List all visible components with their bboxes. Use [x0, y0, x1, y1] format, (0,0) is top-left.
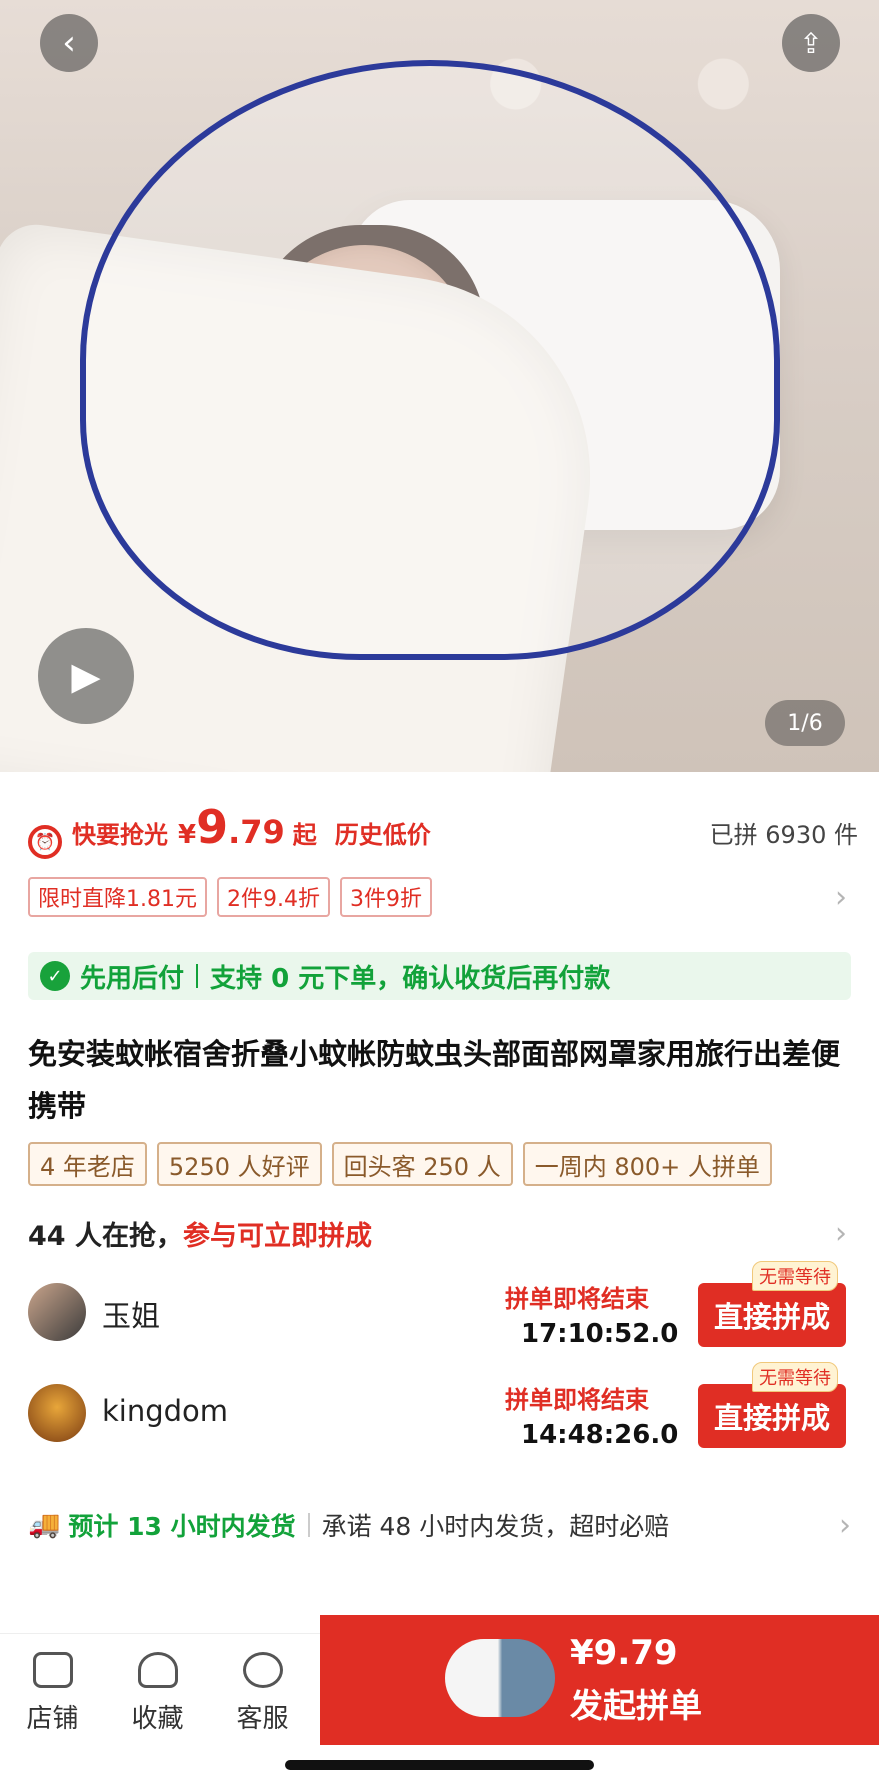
- product-title: 免安装蚊帐宿舍折叠小蚊帐防蚊虫头部面部网罩家用旅行出差便携带: [28, 1037, 841, 1123]
- no-wait-badge: 无需等待: [752, 1261, 838, 1291]
- price-suffix: 起: [292, 821, 317, 849]
- buy-price: ¥9.79: [570, 1633, 678, 1673]
- product-image[interactable]: ‹ ⇪ ▶ 1/6: [0, 0, 879, 772]
- service-label: 客服: [236, 1704, 289, 1734]
- chevron-right-icon[interactable]: ›: [839, 1508, 851, 1543]
- chevron-left-icon: ‹: [62, 23, 76, 63]
- lowest-price-label: 历史低价: [334, 821, 431, 849]
- image-pager: 1/6: [765, 700, 845, 746]
- promo-tag: 3件9折: [340, 877, 432, 917]
- mosquito-net: [80, 60, 780, 660]
- price-integer: 9: [196, 800, 229, 854]
- ship-promise: 承诺 48 小时内发货，超时必赔: [321, 1512, 670, 1541]
- play-icon: ▶: [71, 654, 101, 698]
- favorite-label: 收藏: [131, 1704, 184, 1734]
- promo-tag: 2件9.4折: [217, 877, 330, 917]
- store-label: 店铺: [26, 1704, 79, 1734]
- shop-tag: 一周内 800+ 人拼单: [522, 1142, 772, 1186]
- store-button[interactable]: 店铺: [5, 1652, 100, 1735]
- chevron-right-icon[interactable]: ›: [835, 1216, 847, 1251]
- shop-tag: 回头客 250 人: [331, 1142, 513, 1186]
- home-indicator: [285, 1760, 594, 1770]
- shop-tag: 4 年老店: [28, 1142, 147, 1186]
- shop-tag: 5250 人好评: [156, 1142, 322, 1186]
- currency-symbol: ¥: [178, 820, 197, 850]
- price-decimal: .79: [228, 813, 285, 851]
- share-icon: ⇪: [799, 26, 823, 60]
- countdown-time: 17:10:52.0: [521, 1319, 679, 1349]
- pay-later-desc: 支持 0 元下单，确认收货后再付款: [210, 963, 611, 994]
- promo-tag: 限时直降1.81元: [28, 877, 207, 917]
- play-video-button[interactable]: ▶: [38, 628, 134, 724]
- truck-icon: 🚚: [28, 1510, 61, 1540]
- no-wait-badge: 无需等待: [752, 1362, 838, 1392]
- join-group-button[interactable]: 直接拼成: [698, 1384, 846, 1448]
- customer-service-button[interactable]: 客服: [215, 1652, 310, 1735]
- heart-icon: [137, 1652, 178, 1688]
- chevron-right-icon[interactable]: ›: [835, 880, 847, 915]
- share-button[interactable]: ⇪: [782, 14, 840, 72]
- avatar: [28, 1283, 86, 1341]
- ending-soon-label: 拼单即将结束: [505, 1285, 649, 1313]
- ship-estimate: 预计 13 小时内发货: [68, 1512, 296, 1541]
- shield-user-icon: ✓: [40, 961, 70, 991]
- alarm-clock-icon: ⏰: [28, 824, 62, 859]
- shipping-info[interactable]: 🚚 预计 13 小时内发货 承诺 48 小时内发货，超时必赔 ›: [28, 1503, 851, 1547]
- user-name: kingdom: [102, 1394, 229, 1428]
- buy-label: 发起拼单: [570, 1686, 702, 1725]
- countdown-time: 14:48:26.0: [521, 1420, 679, 1450]
- pay-later-label: 先用后付: [80, 963, 185, 994]
- sold-count: 已拼 6930 件: [709, 821, 858, 849]
- ending-soon-label: 拼单即将结束: [505, 1386, 649, 1414]
- group-count: 44 人在抢，: [28, 1221, 183, 1252]
- shop-tags: 4 年老店 5250 人好评 回头客 250 人 一周内 800+ 人拼单: [28, 1142, 772, 1186]
- avatar: [28, 1384, 86, 1442]
- group-buy-header[interactable]: 44 人在抢，参与可立即拼成: [28, 1214, 372, 1253]
- chat-icon: [242, 1652, 283, 1688]
- group-row: 玉姐 拼单即将结束 17:10:52.0 直接拼成 无需等待: [28, 1261, 851, 1359]
- divider: [196, 964, 199, 988]
- start-group-buy-button[interactable]: ¥9.79 发起拼单: [320, 1615, 879, 1745]
- price-row: ⏰ 快要抢光 ¥ 9 .79 起 历史低价 已拼 6930 件: [28, 800, 858, 859]
- product-thumbnails: [445, 1639, 555, 1717]
- favorite-button[interactable]: 收藏: [110, 1652, 205, 1735]
- divider: [307, 1513, 310, 1537]
- group-cta: 参与可立即拼成: [182, 1221, 372, 1252]
- group-row: kingdom 拼单即将结束 14:48:26.0 直接拼成 无需等待: [28, 1362, 851, 1460]
- store-icon: [32, 1652, 73, 1688]
- join-group-button[interactable]: 直接拼成: [698, 1283, 846, 1347]
- pay-later-banner[interactable]: ✓ 先用后付 支持 0 元下单，确认收货后再付款: [28, 952, 851, 1000]
- back-button[interactable]: ‹: [40, 14, 98, 72]
- user-name: 玉姐: [102, 1299, 161, 1333]
- promo-tags[interactable]: 限时直降1.81元 2件9.4折 3件9折: [28, 877, 432, 917]
- flash-sale-label: 快要抢光: [72, 821, 168, 849]
